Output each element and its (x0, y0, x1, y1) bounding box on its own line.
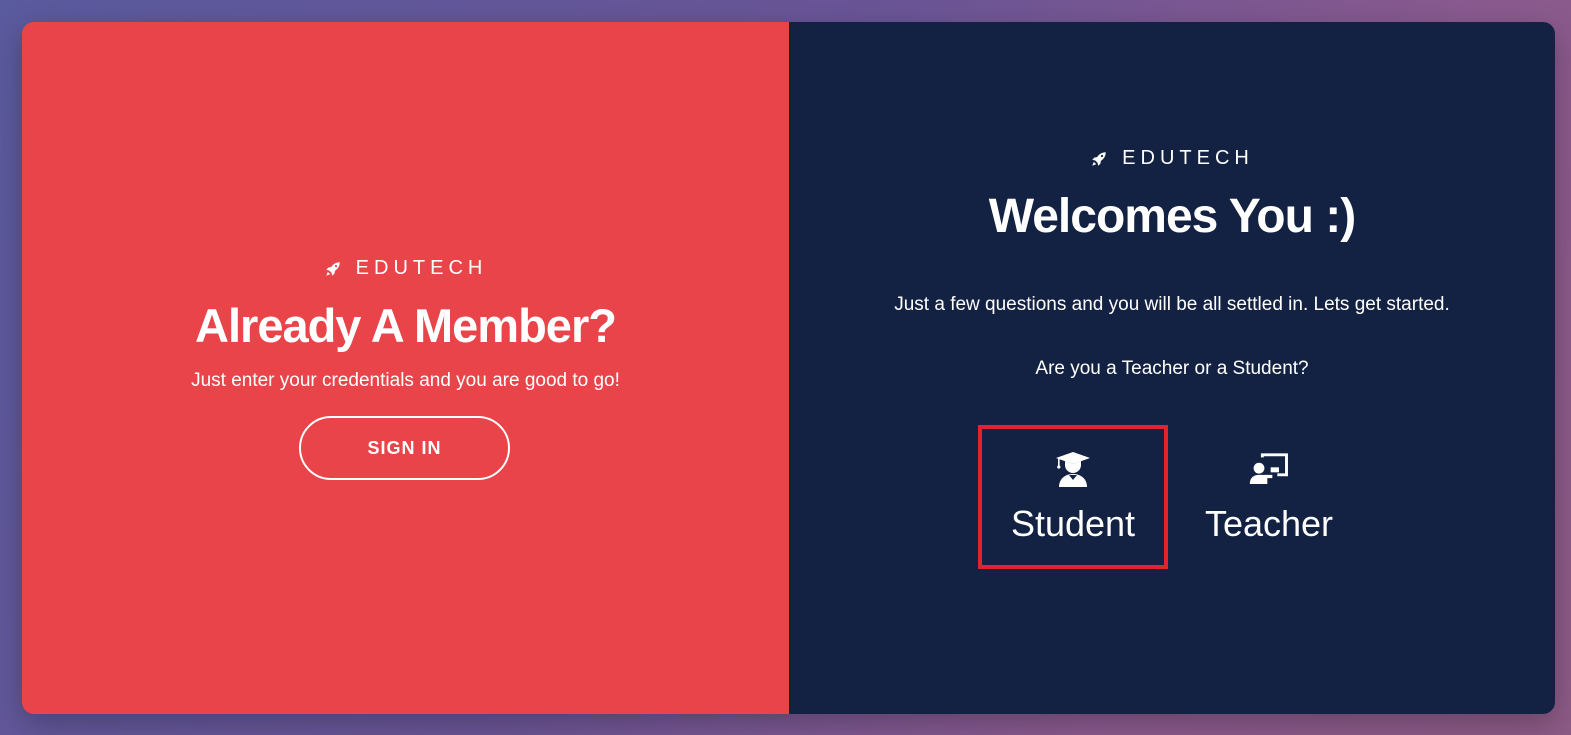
teacher-option[interactable]: Teacher (1174, 425, 1364, 569)
welcome-panel: EDUTECH Welcomes You :) Just a few quest… (789, 22, 1555, 714)
brand-logo: EDUTECH (789, 147, 1555, 170)
welcome-intro: Just a few questions and you will be all… (894, 294, 1450, 315)
member-panel: EDUTECH Already A Member? Just enter you… (22, 22, 789, 714)
member-subtext: Just enter your credentials and you are … (191, 370, 620, 391)
student-label: Student (1010, 503, 1136, 544)
member-heading: Already A Member? (195, 299, 617, 352)
welcome-heading: Welcomes You :) (988, 190, 1356, 243)
teacher-board-icon (1249, 453, 1288, 484)
rocket-icon (1092, 151, 1106, 166)
brand-logo: EDUTECH (22, 257, 789, 280)
auth-card: EDUTECH Already A Member? Just enter you… (22, 22, 1555, 714)
sign-in-button[interactable]: SIGN IN (299, 416, 510, 480)
graduate-icon (1056, 452, 1090, 487)
brand-name: EDUTECH (1122, 147, 1254, 169)
brand-name: EDUTECH (355, 257, 488, 279)
rocket-icon (325, 261, 340, 276)
student-option[interactable]: Student (978, 425, 1168, 569)
teacher-label: Teacher (1204, 503, 1334, 544)
role-question: Are you a Teacher or a Student? (1035, 358, 1309, 379)
